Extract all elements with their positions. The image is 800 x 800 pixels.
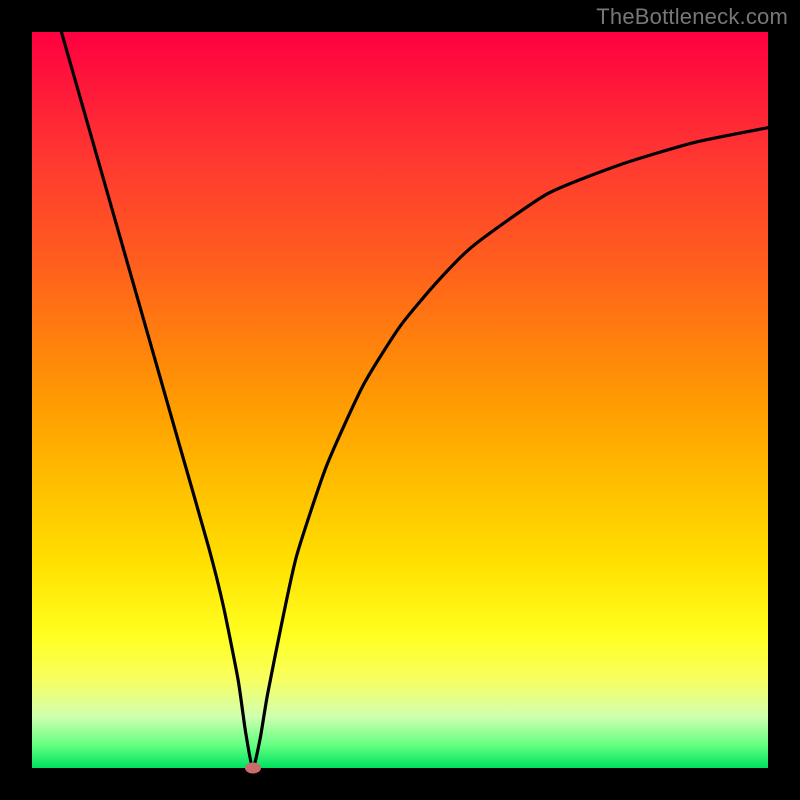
bottleneck-curve [61,32,768,768]
curve-svg [32,32,768,768]
watermark-text: TheBottleneck.com [596,4,788,30]
plot-area [32,32,768,768]
min-point-marker [245,763,261,774]
chart-frame: TheBottleneck.com [0,0,800,800]
